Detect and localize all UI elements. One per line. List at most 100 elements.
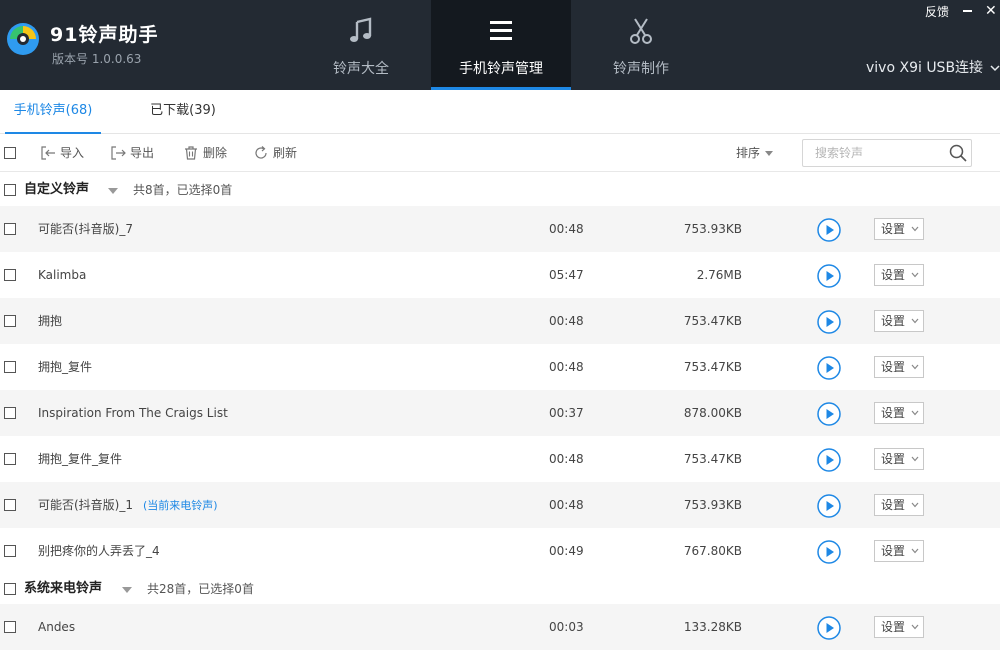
chevron-down-icon — [911, 318, 919, 324]
play-icon[interactable] — [817, 264, 841, 288]
row-checkbox[interactable] — [4, 499, 16, 511]
ringtone-name: Andes — [38, 604, 75, 650]
row-checkbox[interactable] — [4, 361, 16, 373]
play-icon[interactable] — [817, 494, 841, 518]
group-count: 共8首，已选择0首 — [133, 183, 233, 197]
tab-label: 铃声大全 — [333, 61, 389, 77]
subtab-phone-ringtones[interactable]: 手机铃声(68) — [5, 90, 101, 134]
ringtone-duration: 00:48 — [549, 314, 584, 328]
row-checkbox[interactable] — [4, 407, 16, 419]
row-checkbox[interactable] — [4, 545, 16, 557]
tab-ringtone-maker[interactable]: 铃声制作 — [571, 0, 711, 90]
ringtone-size: 753.93KB — [683, 498, 742, 512]
settings-label: 设置 — [881, 498, 906, 512]
delete-button[interactable]: 删除 — [183, 134, 227, 172]
list-item: 拥抱_复件_复件 00:48 753.47KB 设置 — [0, 436, 1000, 482]
settings-dropdown-button[interactable]: 设置 — [874, 356, 924, 378]
current-ringtone-tag: (当前来电铃声) — [143, 499, 218, 512]
import-button[interactable]: 导入 — [40, 134, 84, 172]
device-label: vivo X9i USB连接 — [866, 60, 984, 76]
ringtone-name: 可能否(抖音版)_1 (当前来电铃声) — [38, 482, 218, 529]
play-icon[interactable] — [817, 616, 841, 640]
settings-dropdown-button[interactable]: 设置 — [874, 310, 924, 332]
settings-dropdown-button[interactable]: 设置 — [874, 264, 924, 286]
sort-label: 排序 — [736, 146, 761, 160]
chevron-down-icon — [911, 364, 919, 370]
group-header-custom: 自定义铃声 共8首，已选择0首 — [0, 173, 1000, 207]
feedback-link[interactable]: 反馈 — [925, 3, 949, 20]
menu-icon — [490, 21, 512, 40]
chevron-down-icon — [911, 548, 919, 554]
settings-label: 设置 — [881, 314, 906, 328]
settings-dropdown-button[interactable]: 设置 — [874, 218, 924, 240]
ringtone-size: 133.28KB — [683, 620, 742, 634]
tab-phone-ringtone-manager[interactable]: 手机铃声管理 — [431, 0, 571, 90]
settings-dropdown-button[interactable]: 设置 — [874, 616, 924, 638]
subtab-bar: 手机铃声(68) 已下载(39) — [0, 90, 1000, 134]
ringtone-title: 可能否(抖音版)_7 — [38, 222, 133, 236]
settings-dropdown-button[interactable]: 设置 — [874, 448, 924, 470]
ringtone-duration: 00:48 — [549, 360, 584, 374]
close-icon[interactable]: ✕ — [985, 4, 997, 18]
tab-ringtone-library[interactable]: 铃声大全 — [291, 0, 431, 90]
ringtone-title: Inspiration From The Craigs List — [38, 406, 228, 420]
row-checkbox[interactable] — [4, 269, 16, 281]
settings-dropdown-button[interactable]: 设置 — [874, 494, 924, 516]
settings-label: 设置 — [881, 452, 906, 466]
device-selector[interactable]: vivo X9i USB连接 — [866, 57, 1000, 77]
ringtone-size: 753.47KB — [683, 314, 742, 328]
list-item: Andes 00:03 133.28KB 设置 — [0, 604, 1000, 650]
collapse-caret-icon[interactable] — [122, 587, 132, 593]
ringtone-title: Kalimba — [38, 268, 87, 282]
settings-dropdown-button[interactable]: 设置 — [874, 540, 924, 562]
row-checkbox[interactable] — [4, 223, 16, 235]
play-icon[interactable] — [817, 540, 841, 564]
ringtone-size: 753.47KB — [683, 452, 742, 466]
app-title: 91铃声助手 — [50, 24, 159, 46]
subtab-downloaded[interactable]: 已下载(39) — [145, 90, 221, 134]
chevron-down-icon — [911, 410, 919, 416]
app-header: 91铃声助手 版本号 1.0.0.63 铃声大全 手机铃声管理 铃声制作 反馈 … — [0, 0, 1000, 90]
play-icon[interactable] — [817, 356, 841, 380]
ringtone-size: 878.00KB — [683, 406, 742, 420]
settings-dropdown-button[interactable]: 设置 — [874, 402, 924, 424]
minimize-icon[interactable] — [963, 10, 972, 12]
group-checkbox[interactable] — [4, 583, 16, 595]
trash-icon — [185, 145, 197, 160]
delete-label: 删除 — [203, 146, 228, 160]
refresh-button[interactable]: 刷新 — [253, 134, 297, 172]
list-item: 可能否(抖音版)_7 00:48 753.93KB 设置 — [0, 206, 1000, 252]
ringtone-duration: 00:49 — [549, 544, 584, 558]
list-item: 别把疼你的人弄丢了_4 00:49 767.80KB 设置 — [0, 528, 1000, 574]
ringtone-duration: 00:48 — [549, 222, 584, 236]
export-icon — [111, 145, 126, 160]
play-icon[interactable] — [817, 310, 841, 334]
group-count: 共28首，已选择0首 — [147, 582, 254, 596]
ringtone-duration: 00:03 — [549, 620, 584, 634]
row-checkbox[interactable] — [4, 315, 16, 327]
row-checkbox[interactable] — [4, 453, 16, 465]
collapse-caret-icon[interactable] — [108, 188, 118, 194]
settings-label: 设置 — [881, 360, 906, 374]
search-icon[interactable] — [949, 144, 967, 162]
group-header-system: 系统来电铃声 共28首，已选择0首 — [0, 572, 1000, 606]
group-checkbox[interactable] — [4, 184, 16, 196]
refresh-label: 刷新 — [273, 146, 298, 160]
ringtone-name: 别把疼你的人弄丢了_4 — [38, 528, 160, 574]
export-label: 导出 — [130, 146, 155, 160]
play-icon[interactable] — [817, 448, 841, 472]
list-item: Inspiration From The Craigs List 00:37 8… — [0, 390, 1000, 436]
select-all-checkbox[interactable] — [4, 147, 16, 159]
row-checkbox[interactable] — [4, 621, 16, 633]
export-button[interactable]: 导出 — [110, 134, 154, 172]
ringtone-name: 拥抱_复件_复件 — [38, 436, 122, 482]
sort-dropdown[interactable]: 排序 — [736, 134, 774, 172]
group-title: 自定义铃声 — [24, 182, 90, 197]
caret-down-icon — [765, 151, 774, 156]
play-icon[interactable] — [817, 218, 841, 242]
import-label: 导入 — [60, 146, 85, 160]
search-input[interactable] — [803, 140, 943, 166]
toolbar: 导入 导出 删除 刷新 排序 — [0, 134, 1000, 172]
settings-label: 设置 — [881, 268, 906, 282]
play-icon[interactable] — [817, 402, 841, 426]
